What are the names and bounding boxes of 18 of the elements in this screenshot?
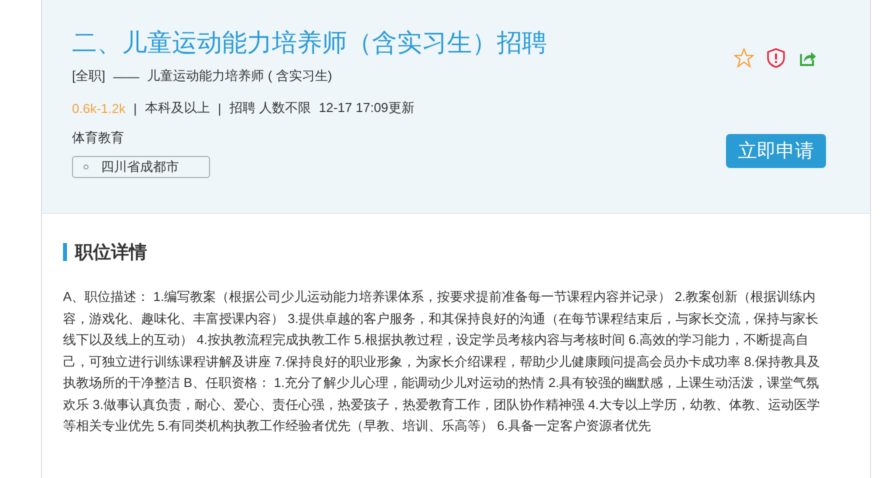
apply-button[interactable]: 立即申请	[726, 134, 826, 168]
location-tag: 四川省成都市	[72, 156, 210, 178]
salary: 0.6k-1.2k	[72, 100, 126, 116]
education: 本科及以上	[144, 99, 210, 117]
section-heading: 职位详情	[75, 241, 147, 264]
separator: |	[218, 100, 222, 116]
job-description: A、职位描述： 1.编写教案（根据公司少儿运动能力培养课体系，按要求提前准备每一节课程内容并记录） 2.教案创新（根据训练内容，游戏化、趣味化、丰富授课内容） 3.提供卓越的客户服务，和其保持良好的沟通（在每节课程结束后，与家长交流，保持与家长线下以及线上的互动） 4.按执教流程完成执教工作 5.根据执教过程，设定学员考核内容与考核时间 6.高效的学习能力，不断提高自己，可独立进行训练课程讲解及讲座 7.保持良好的职业形象，为家长介绍课程，帮助少儿健康顾问提高会员办卡成功率 8.保持教具及执教场所的干净整洁 B、任职资格： 1.充分了解少儿心理，能调动少儿对运动的热情 2.具有较强的幽默感，上课生动活泼，课堂气氛欢乐 3.做事认真负责，耐心、爱心、责任心强，热爱孩子，热爱教育工作，团队协作精神强 4.大专以上学历，幼教、体教、运动医学等相关专业优先 5.有同类机构执教工作经验者优先（早教、培训、乐高等） 6.具备一定客户资源者优先	[63, 288, 821, 435]
circle-icon	[83, 164, 89, 170]
job-category: 体育教育	[72, 129, 124, 147]
report-shield-icon[interactable]	[766, 48, 786, 68]
headcount: 招聘 人数不限	[229, 99, 311, 117]
update-time: 12-17 17:09更新	[318, 99, 414, 117]
job-type: [全职]	[72, 67, 106, 85]
job-title: 二、儿童运动能力培养师（含实习生）招聘	[72, 28, 547, 59]
separator: |	[133, 100, 137, 116]
dash-separator: ——	[113, 68, 140, 84]
star-icon[interactable]	[734, 48, 754, 68]
job-subtitle: 儿童运动能力培养师 ( 含实习生)	[147, 67, 332, 85]
